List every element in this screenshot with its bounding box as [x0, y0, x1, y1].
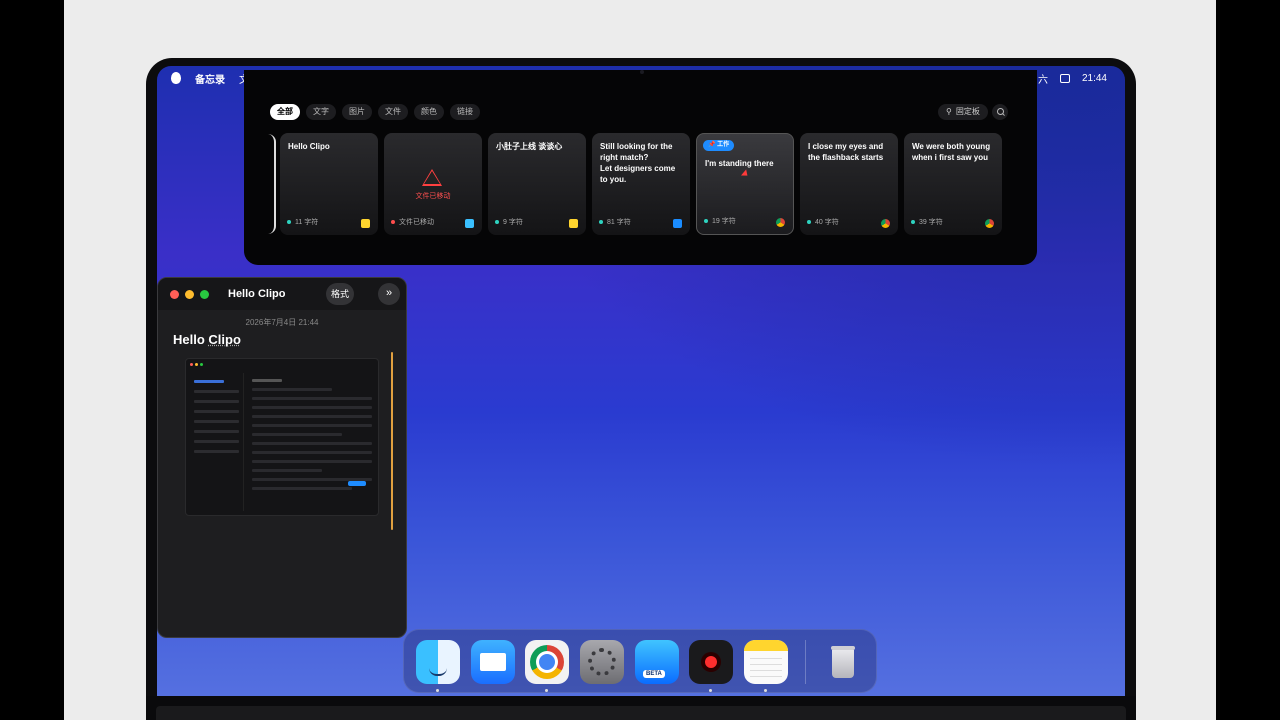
clip-card-title: I close my eyes and the flashback starts — [808, 142, 884, 162]
format-button[interactable]: 格式 — [326, 283, 354, 305]
clip-card[interactable]: I close my eyes and the flashback starts… — [800, 133, 898, 235]
filter-all[interactable]: 全部 — [270, 104, 300, 120]
clip-card-meta: 39 字符 — [911, 217, 943, 227]
clip-card-title: 小肚子上线 谈谈心 — [496, 142, 563, 151]
pin-icon: ⚲ — [946, 107, 952, 116]
more-icon[interactable]: » — [378, 283, 400, 305]
clip-card-title: We were both young when i first saw you — [912, 142, 991, 162]
editor-heading[interactable]: Hello Clipo — [173, 332, 241, 347]
pinboard-label: 固定板 — [955, 107, 980, 116]
xcode-beta-icon[interactable] — [635, 640, 679, 684]
finder-icon[interactable] — [416, 640, 460, 692]
zoom-button[interactable] — [200, 290, 209, 299]
clip-card[interactable]: Still looking for the right match? Let d… — [592, 133, 690, 235]
menu-weekday: 六 — [1037, 74, 1048, 86]
clip-card[interactable]: 文件已移动 文件已移动 — [384, 133, 482, 235]
clip-card-meta: 81 字符 — [599, 217, 631, 227]
clip-card-meta: 40 字符 — [807, 217, 839, 227]
menu-clock[interactable]: 21:44 — [1082, 73, 1107, 84]
search-icon[interactable] — [992, 104, 1008, 120]
filter-color[interactable]: 颜色 — [414, 104, 444, 120]
mouse-cursor-icon — [741, 169, 750, 179]
clip-card-meta: 19 字符 — [704, 216, 736, 226]
clip-card-title: Hello Clipo — [288, 142, 330, 151]
system-settings-icon[interactable] — [580, 640, 624, 684]
notes-icon — [361, 219, 370, 228]
clip-card[interactable]: Hello Clipo 11 字符 — [280, 133, 378, 235]
clip-card-selected[interactable]: 📌 工作 I'm standing there 19 字符 — [696, 133, 794, 235]
macbook-bezel-bottom — [146, 696, 1136, 720]
chrome-icon — [881, 219, 890, 228]
close-button[interactable] — [170, 290, 179, 299]
filter-file[interactable]: 文件 — [378, 104, 408, 120]
chrome-icon[interactable] — [525, 640, 569, 692]
minimize-button[interactable] — [185, 290, 194, 299]
dock — [403, 629, 877, 693]
clip-card[interactable]: We were both young when i first saw you … — [904, 133, 1002, 235]
notes-icon — [569, 219, 578, 228]
filter-chips: 全部 文字 图片 文件 颜色 链接 — [270, 104, 480, 120]
clip-card-meta: 9 字符 — [495, 217, 523, 227]
camera-icon — [640, 70, 644, 74]
editor-title: Hello Clipo — [228, 288, 286, 300]
work-tag: 📌 工作 — [703, 140, 735, 151]
clip-editor-window: Hello Clipo 格式 » 2026年7月4日 21:44 Hello C… — [157, 277, 407, 638]
clip-card-title: Still looking for the right match? Let d… — [600, 142, 676, 184]
filter-link[interactable]: 链接 — [450, 104, 480, 120]
pinboard-button[interactable]: ⚲ 固定板 — [938, 104, 988, 120]
settings-screenshot-image — [185, 358, 379, 516]
apple-logo-icon[interactable] — [171, 72, 181, 84]
clip-cards: Hello Clipo 11 字符 文件已移动 文件已移动 小肚子上线 谈谈心 … — [280, 133, 1002, 235]
chrome-icon — [776, 218, 785, 227]
filter-image[interactable]: 图片 — [342, 104, 372, 120]
menu-app-name[interactable]: 备忘录 — [195, 71, 225, 86]
notes-icon[interactable] — [744, 640, 788, 692]
warning-icon — [422, 169, 442, 186]
control-center-icon[interactable] — [1059, 73, 1070, 83]
editor-titlebar: Hello Clipo 格式 » — [158, 278, 406, 310]
clip-card-meta: 11 字符 — [287, 217, 318, 227]
clip-card-title: I'm standing there — [705, 159, 774, 168]
mail-icon — [673, 219, 682, 228]
dock-separator — [805, 640, 806, 684]
trash-icon[interactable] — [821, 640, 865, 684]
clipboard-panel: 全部 文字 图片 文件 颜色 链接 ⚲ 固定板 Hello Clipo 11 字… — [244, 70, 1037, 265]
editor-date: 2026年7月4日 21:44 — [245, 318, 319, 327]
clip-card-meta: 文件已移动 — [391, 217, 434, 227]
editor-scrollbar[interactable] — [391, 352, 393, 530]
filter-text[interactable]: 文字 — [306, 104, 336, 120]
mail-icon[interactable] — [471, 640, 515, 684]
chrome-icon — [985, 219, 994, 228]
scroll-edge-indicator — [268, 134, 276, 234]
file-moved-warning: 文件已移动 — [415, 193, 451, 200]
clip-card[interactable]: 小肚子上线 谈谈心 9 字符 — [488, 133, 586, 235]
finder-icon — [465, 219, 474, 228]
screen-recorder-icon[interactable] — [689, 640, 733, 692]
